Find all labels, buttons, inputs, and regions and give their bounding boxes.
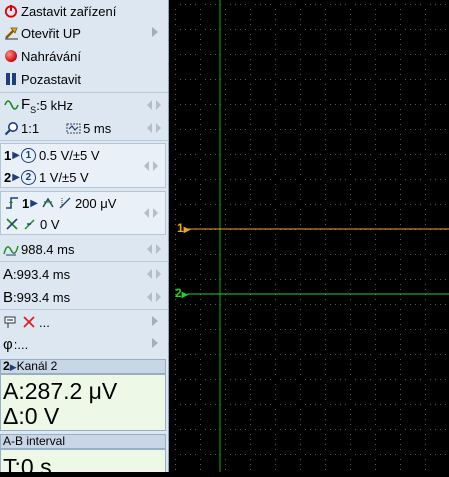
trigger-cross-icon	[4, 216, 20, 232]
phase-value: ...	[17, 336, 29, 352]
channel-1-range[interactable]: 1 ▶ 1 0.5 V/±5 V	[1, 144, 165, 166]
channel-2-marker-label: 2	[175, 286, 182, 300]
channel-delta-value: Δ:0 V	[3, 403, 60, 429]
channel-info-header: 2▶Kanál 2	[0, 359, 166, 374]
trigger-settings-group: 1 ▶ 200 μV 0 V	[0, 191, 166, 235]
chevron-right-icon	[152, 316, 158, 326]
channel-1-marker[interactable]: 1▶	[177, 221, 190, 235]
fs-value: 5 kHz	[39, 97, 74, 113]
spin-arrows-icon[interactable]	[146, 291, 162, 303]
chevron-right-icon	[152, 338, 158, 348]
spin-arrows-icon[interactable]	[146, 243, 162, 255]
sine-wave-icon	[3, 97, 19, 113]
timebase-value: 5 ms	[83, 120, 112, 136]
recording-label: Nahrávání	[21, 48, 81, 64]
arrow-right-icon: ▶	[12, 171, 20, 183]
channel-spin-icon[interactable]	[143, 160, 159, 172]
recording-button[interactable]: Nahrávání	[0, 45, 168, 67]
cursor-b-control[interactable]: B : 993.4 ms	[0, 286, 168, 308]
arrow-right-icon: ▶	[183, 225, 190, 234]
trigger-edge-icon	[4, 195, 20, 211]
cursor-a-label: A	[3, 265, 14, 283]
grid-dots	[175, 4, 446, 470]
divider	[0, 140, 168, 141]
phi-icon: φ	[3, 335, 13, 353]
trigger-channel: 1	[22, 195, 30, 211]
filter-value: ...	[39, 314, 50, 330]
stop-device-label: Zastavit zařízení	[21, 3, 117, 19]
spin-arrows-icon[interactable]	[146, 268, 162, 280]
arrow-right-icon: ▶	[12, 149, 20, 161]
pause-icon	[3, 71, 19, 87]
trigger-offset-value: 0 V	[40, 216, 60, 232]
trigger-offset-control[interactable]: 0 V	[1, 213, 165, 235]
open-up-menu[interactable]: Otevřit UP	[0, 22, 168, 44]
open-up-label: Otevřit UP	[21, 25, 81, 41]
channel-a-value: A:287.2 μV	[3, 378, 118, 404]
trigger-level-icon	[59, 195, 73, 211]
arrow-right-icon: ▶	[9, 362, 17, 372]
arrow-right-icon: ▶	[181, 290, 188, 299]
chevron-right-icon	[152, 27, 158, 37]
trigger-spin-icon[interactable]	[143, 207, 159, 219]
channel-2-circle: 2	[20, 169, 36, 185]
divider	[0, 261, 168, 262]
phase-menu[interactable]: φ : ...	[0, 333, 168, 355]
spin-arrows-icon[interactable]	[146, 99, 162, 111]
channel-2-range[interactable]: 2 ▶ 2 1 V/±5 V	[1, 166, 165, 188]
channel-2-marker[interactable]: 2▶	[175, 286, 188, 300]
scope-grid	[175, 0, 449, 472]
zoom-timebase-control[interactable]: 1:1 5 ms	[0, 117, 168, 139]
cursor-delta-value: 988.4 ms	[21, 241, 75, 257]
channel-1-number: 1	[4, 147, 12, 163]
cursor-delta-icon	[3, 241, 19, 257]
spin-arrows-icon[interactable]	[146, 122, 162, 134]
channel-1-circle: 1	[20, 147, 36, 163]
record-icon	[3, 48, 19, 64]
fs-icon: FS	[21, 95, 37, 115]
trigger-level-control[interactable]: 1 ▶ 200 μV	[1, 192, 165, 214]
channel-info-number: 2	[3, 359, 10, 373]
ab-interval-t-value: T:0 s	[3, 454, 52, 473]
channel-1-range-value: 0.5 V/±5 V	[38, 147, 100, 163]
channel-2-range-value: 1 V/±5 V	[38, 169, 89, 185]
ab-interval-header: A-B interval	[0, 434, 166, 449]
offset-icon	[22, 216, 38, 232]
channel-info-box: A:287.2 μV Δ:0 V	[0, 374, 166, 431]
cursor-b-value: 993.4 ms	[16, 289, 71, 305]
cursor-delta-control[interactable]: 988.4 ms	[0, 238, 168, 260]
tool-icon	[3, 25, 19, 41]
filter-menu[interactable]: ...	[0, 311, 168, 333]
cursor-a-value: 993.4 ms	[16, 266, 71, 282]
control-panel: Zastavit zařízení Otevřit UP Nahrávání P…	[0, 0, 169, 472]
pause-label: Pozastavit	[21, 71, 81, 87]
arrow-right-icon: ▶	[30, 197, 38, 209]
ab-interval-box: T:0 s	[0, 449, 166, 472]
divider	[0, 309, 168, 310]
sampling-frequency-control[interactable]: FS : 5 kHz	[0, 94, 168, 116]
channel-settings-group: 1 ▶ 1 0.5 V/±5 V 2 ▶ 2 1 V/±5 V	[0, 143, 166, 188]
channel-info-title: Kanál 2	[16, 359, 58, 373]
cursor-b-label: B	[3, 288, 14, 306]
ab-interval-title: A-B interval	[3, 434, 66, 448]
zoom-value: 1:1	[21, 120, 40, 136]
stop-device-button[interactable]: Zastavit zařízení	[0, 0, 168, 22]
pause-button[interactable]: Pozastavit	[0, 68, 168, 90]
power-icon	[3, 3, 19, 19]
channel-2-number: 2	[4, 169, 12, 185]
filter-icon	[3, 314, 19, 330]
trigger-slope-icon	[41, 195, 57, 211]
oscilloscope-display[interactable]: 1▶ 2▶	[169, 0, 449, 472]
trigger-level-value: 200 μV	[74, 195, 117, 211]
magnifier-icon	[3, 120, 19, 136]
divider	[0, 92, 168, 93]
channel-1-marker-label: 1	[177, 221, 184, 235]
cursor-a-control[interactable]: A : 993.4 ms	[0, 263, 168, 285]
red-x-icon	[21, 314, 37, 330]
timebase-icon	[65, 120, 81, 136]
